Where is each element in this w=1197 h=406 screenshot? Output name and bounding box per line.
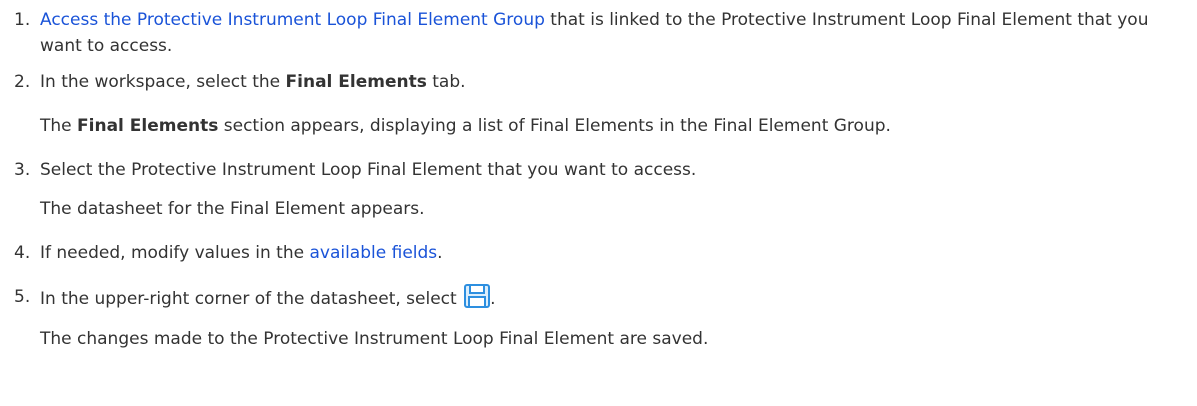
step-text: Select the Protective Instrument Loop Fi… xyxy=(40,160,697,180)
step-result: The Final Elements section appears, disp… xyxy=(40,113,1190,139)
result-text-before: The xyxy=(40,116,78,136)
step-number: 5. xyxy=(14,287,31,307)
result-text-after: section appears, displaying a list of Fi… xyxy=(218,116,891,136)
step-text: Access the Protective Instrument Loop Fi… xyxy=(40,7,1190,59)
step-number: 1. xyxy=(14,10,31,30)
step-result: The datasheet for the Final Element appe… xyxy=(40,199,425,219)
step-result: The changes made to the Protective Instr… xyxy=(40,329,709,349)
step-text: If needed, modify values in the availabl… xyxy=(40,240,1190,266)
step-text-after: . xyxy=(490,289,496,309)
step-text-after: tab. xyxy=(426,72,466,92)
step-text-before: In the upper-right corner of the datashe… xyxy=(40,289,463,309)
step-number: 3. xyxy=(14,160,31,180)
save-icon xyxy=(464,284,491,308)
step-text: In the upper-right corner of the datashe… xyxy=(40,284,1190,312)
step-number: 2. xyxy=(14,72,31,92)
available-fields-link[interactable]: available fields xyxy=(309,243,437,263)
step-text-before: If needed, modify values in the xyxy=(40,243,310,263)
final-elements-section-label: Final Elements xyxy=(77,116,219,136)
step-text-before: In the workspace, select the xyxy=(40,72,286,92)
step-number: 4. xyxy=(14,243,31,263)
final-elements-tab-label: Final Elements xyxy=(285,72,427,92)
step-text-after: . xyxy=(437,243,443,263)
step-text: In the workspace, select the Final Eleme… xyxy=(40,69,1190,95)
access-final-element-group-link[interactable]: Access the Protective Instrument Loop Fi… xyxy=(40,10,545,30)
